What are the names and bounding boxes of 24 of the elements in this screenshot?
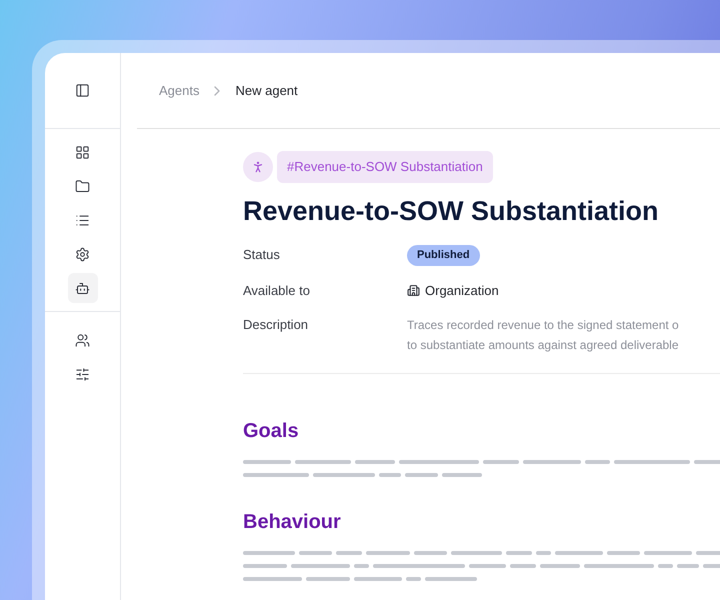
field-label: Available to bbox=[243, 282, 311, 300]
description-text: Traces recorded revenue to the signed statement o bbox=[407, 317, 679, 334]
tag[interactable]: #Revenue-to-SOW Substantiation bbox=[277, 151, 493, 182]
status-badge: Published bbox=[407, 245, 480, 266]
sidebar-item[interactable] bbox=[68, 273, 98, 303]
field-value: Organization bbox=[425, 282, 499, 300]
list-icon bbox=[75, 212, 90, 228]
page-title: Revenue-to-SOW Substantiation bbox=[243, 194, 660, 228]
breadcrumb-current: New agent bbox=[235, 82, 298, 100]
robot-icon bbox=[75, 280, 90, 296]
description-text: to substantiate amounts against agreed deliverable bbox=[407, 337, 679, 354]
sidebar-toggle-icon bbox=[75, 83, 90, 98]
field-label: Status bbox=[243, 246, 281, 264]
users-icon bbox=[75, 332, 90, 348]
person-icon bbox=[251, 160, 265, 174]
folder-icon bbox=[75, 178, 90, 194]
settings-icon bbox=[75, 246, 90, 262]
section-heading: Behaviour bbox=[243, 510, 342, 535]
sliders-icon bbox=[75, 366, 90, 382]
breadcrumb-link[interactable]: Agents bbox=[159, 80, 200, 100]
building-icon bbox=[407, 284, 420, 297]
grid-icon bbox=[75, 144, 90, 160]
section-heading: Goals bbox=[243, 419, 300, 444]
field-label: Description bbox=[243, 316, 310, 334]
